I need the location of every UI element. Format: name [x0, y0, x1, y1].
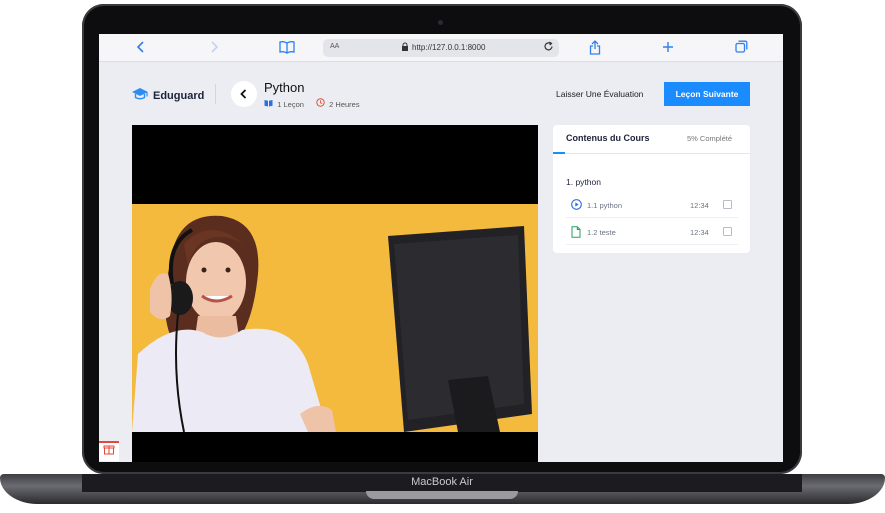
lesson-label: 1.1 python	[587, 201, 623, 210]
gift-icon	[103, 445, 115, 455]
lesson-label: 1.2 teste	[587, 228, 616, 237]
browser-toolbar: AA http://127.0.0.1:8000	[99, 34, 783, 62]
chevron-left-icon[interactable]	[136, 40, 146, 57]
duration-item: 2 Heures	[316, 98, 360, 109]
duration: 2 Heures	[329, 100, 360, 109]
section-title[interactable]: 1. python	[566, 177, 601, 187]
panel-header: Contenus du Cours 5% Complété	[553, 125, 750, 154]
play-circle-icon	[571, 199, 582, 213]
device-brand-label: MacBook Air	[411, 476, 473, 488]
back-button[interactable]	[231, 81, 257, 107]
tabs-icon[interactable]	[735, 40, 748, 56]
url-text[interactable]: http://127.0.0.1:8000	[412, 43, 485, 52]
lesson-item[interactable]: 1.1 python 12:34	[566, 194, 738, 218]
lock-icon	[401, 42, 409, 54]
plus-icon[interactable]	[662, 40, 674, 56]
book-icon[interactable]	[279, 40, 295, 57]
course-contents-panel: Contenus du Cours 5% Complété 1. python …	[553, 125, 750, 253]
course-meta: 1 Leçon 2 Heures	[264, 98, 360, 109]
active-tab-indicator	[553, 152, 565, 154]
lesson-item[interactable]: 1.2 teste 12:34	[566, 221, 738, 245]
chevron-right-icon[interactable]	[209, 40, 219, 57]
video-thumbnail	[132, 204, 538, 432]
course-title: Python	[264, 80, 305, 95]
logo-text: Eduguard	[153, 89, 205, 102]
lessons-count: 1 Leçon	[277, 99, 304, 109]
lesson-complete-checkbox[interactable]	[723, 227, 732, 236]
video-controls-bar	[132, 432, 538, 462]
header-divider	[215, 84, 216, 104]
share-icon[interactable]	[589, 40, 601, 58]
url-bar[interactable]: AA http://127.0.0.1:8000	[323, 39, 559, 57]
lessons-count-item: 1 Leçon	[264, 99, 304, 109]
graduation-cap-icon	[131, 87, 149, 104]
lesson-duration: 12:34	[690, 228, 709, 237]
open-book-icon	[264, 99, 275, 109]
chevron-left-icon	[240, 89, 247, 99]
video-thumbnail-image	[132, 204, 538, 432]
eduguard-logo[interactable]: Eduguard	[131, 87, 204, 104]
video-player[interactable]	[132, 125, 538, 462]
lesson-complete-checkbox[interactable]	[723, 200, 732, 209]
floating-widget-button[interactable]	[99, 441, 119, 461]
camera	[438, 20, 443, 25]
leave-review-link[interactable]: Laisser Une Évaluation	[556, 89, 643, 99]
reload-icon[interactable]	[543, 41, 554, 55]
screen: AA http://127.0.0.1:8000 Eduguard Python	[99, 34, 783, 462]
text-size-button[interactable]: AA	[330, 43, 339, 50]
lesson-duration: 12:34	[690, 201, 709, 210]
laptop-notch	[366, 491, 518, 499]
tab-course-contents[interactable]: Contenus du Cours	[566, 133, 650, 143]
clock-icon	[316, 98, 327, 109]
document-icon	[571, 226, 581, 241]
next-lesson-button[interactable]: Leçon Suivante	[664, 82, 750, 106]
course-progress: 5% Complété	[687, 134, 733, 143]
